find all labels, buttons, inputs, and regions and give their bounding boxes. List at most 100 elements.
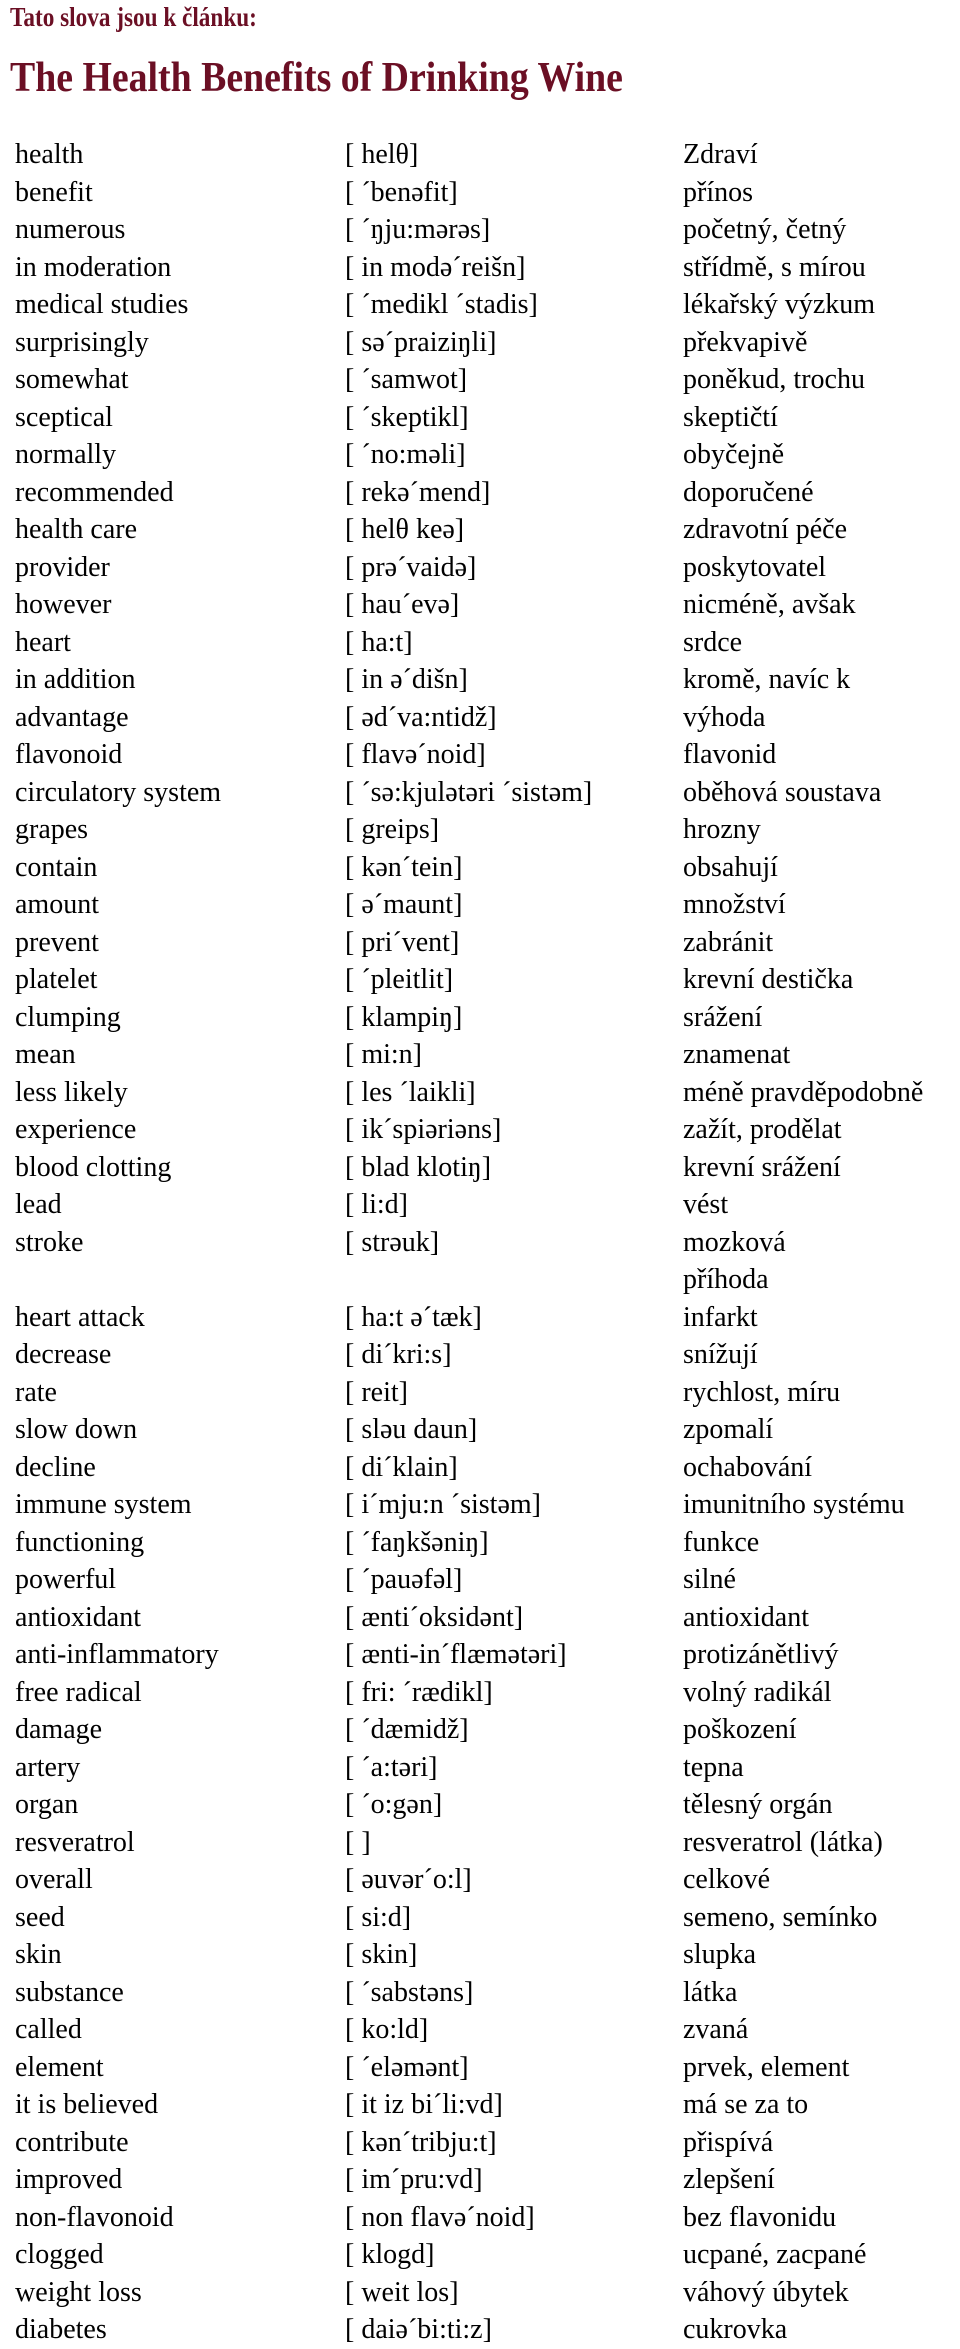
czech-translation: tepna: [683, 1751, 744, 1783]
english-word: called: [15, 2014, 82, 2045]
english-word: antioxidant: [15, 1601, 141, 1633]
english-word: heart attack: [15, 1301, 145, 1333]
pronunciation: [ ´sabstəns]: [345, 1976, 474, 2008]
english-word: weight loss: [15, 2276, 142, 2308]
english-word: however: [15, 589, 112, 620]
vocabulary-row: less likely [ les ´laikli] méně pravděpodo…: [0, 1074, 960, 1112]
english-word: element: [15, 2051, 104, 2083]
pronunciation: [ non flavə´noid]: [345, 2201, 535, 2233]
pronunciation: [ in ə´dišn]: [345, 664, 468, 695]
pronunciation: [ əd´va:ntidž]: [345, 701, 497, 733]
czech-translation: hrozny: [683, 814, 761, 845]
pronunciation: [ ´medikl ´stadis]: [345, 289, 538, 320]
pronunciation: [ weit los]: [345, 2276, 459, 2308]
pronunciation: [ ´pleitlit]: [345, 964, 454, 995]
vocabulary-row: slow down [ sləu daun] zpomalí: [0, 1411, 960, 1449]
czech-translation: resveratrol (látka): [683, 1826, 883, 1858]
vocabulary-row: however [ hau´evə] nicméně, avšak: [0, 586, 960, 624]
vocabulary-row: skin [ skin] slupka: [0, 1936, 960, 1974]
czech-translation: Zdraví: [683, 139, 758, 170]
czech-translation: zpomalí: [683, 1414, 774, 1445]
english-word: flavonoid: [15, 739, 123, 770]
english-word: damage: [15, 1714, 103, 1745]
pronunciation: [ ə´maunt]: [345, 889, 463, 920]
english-word: circulatory system: [15, 776, 222, 808]
czech-translation: infarkt: [683, 1301, 758, 1333]
vocabulary-row: advantage [ əd´va:ntidž] výhoda: [0, 699, 960, 737]
vocabulary-row: contribute [ kən´tribju:t] přispívá: [0, 2124, 960, 2162]
english-word: diabetes: [15, 2314, 107, 2345]
vocabulary-row: weight loss [ weit los] váhový úbytek: [0, 2274, 960, 2312]
czech-translation: zvaná: [683, 2014, 749, 2045]
pronunciation: [ ´eləmənt]: [345, 2051, 469, 2083]
czech-translation: zabránit: [683, 926, 774, 958]
english-word: platelet: [15, 964, 98, 995]
czech-translation: nicméně, avšak: [683, 589, 856, 620]
pronunciation: [ ´skeptikl]: [345, 401, 469, 433]
english-word: in addition: [15, 664, 136, 695]
vocabulary-row: non-flavonoid [ non flavə´noid] bez flavon…: [0, 2199, 960, 2237]
pronunciation: [ helθ]: [345, 139, 419, 170]
pronunciation: [ kən´tein]: [345, 851, 463, 883]
vocabulary-row: anti-inflammatory [ ænti-in´flæmətəri] pro…: [0, 1636, 960, 1674]
czech-translation: srážení: [683, 1001, 763, 1033]
vocabulary-row: improved [ im´pru:vd] zlepšení: [0, 2161, 960, 2199]
pronunciation: [ blad klotiŋ]: [345, 1151, 492, 1183]
pronunciation: [ ]: [345, 1826, 371, 1858]
english-word: resveratrol: [15, 1826, 135, 1858]
czech-translation: přínos: [683, 176, 753, 208]
czech-translation: tělesný orgán: [683, 1789, 833, 1820]
english-word: decline: [15, 1451, 96, 1483]
pronunciation: [ strəuk]: [345, 1226, 440, 1258]
english-word: numerous: [15, 214, 126, 245]
czech-translation: slupka: [683, 1939, 757, 1970]
czech-translation: ochabování: [683, 1451, 813, 1483]
czech-translation: zažít, prodělat: [683, 1114, 842, 1145]
pronunciation: [ fri: ´rædikl]: [345, 1676, 493, 1708]
vocabulary-row: decrease [ di´kri:s] snížují: [0, 1336, 960, 1374]
vocabulary-row: it is believed [ it iz bi´li:vd] má se za …: [0, 2086, 960, 2124]
czech-translation: protizánětlivý: [683, 1639, 839, 1670]
czech-translation: obsahují: [683, 851, 778, 883]
vocabulary-row: lead [ li:d] vést: [0, 1186, 960, 1224]
english-word: non-flavonoid: [15, 2201, 174, 2233]
english-word: clumping: [15, 1001, 121, 1033]
english-word: medical studies: [15, 289, 189, 320]
english-word: grapes: [15, 814, 89, 845]
english-word: provider: [15, 551, 110, 583]
english-word: less likely: [15, 1076, 128, 1108]
czech-translation: poškození: [683, 1714, 797, 1745]
vocabulary-row: artery [ ´a:təri] tepna: [0, 1749, 960, 1787]
vocabulary-row: amount [ ə´maunt] množství: [0, 886, 960, 924]
english-word: lead: [15, 1189, 62, 1220]
vocabulary-row: overall [ əuvər´o:l] celkové: [0, 1861, 960, 1899]
czech-translation: přispívá: [683, 2126, 774, 2158]
vocabulary-row: platelet [ ´pleitlit] krevní destička: [0, 961, 960, 999]
pronunciation: [ ´o:gən]: [345, 1789, 443, 1820]
pronunciation: [ daiə´bi:ti:z]: [345, 2314, 492, 2345]
pronunciation: [ ´a:təri]: [345, 1751, 438, 1783]
czech-translation: ucpané, zacpané: [683, 2239, 867, 2270]
pronunciation: [ im´pru:vd]: [345, 2164, 483, 2195]
vocabulary-row: in moderation [ in modə´reišn] střídmě, s …: [0, 249, 960, 287]
english-word: it is believed: [15, 2089, 159, 2120]
english-word: powerful: [15, 1564, 117, 1595]
vocabulary-row: sceptical [ ´skeptikl] skeptičtí: [0, 399, 960, 437]
vocabulary-row: in addition [ in ə´dišn] kromě, navíc k: [0, 661, 960, 699]
english-word: seed: [15, 1901, 65, 1933]
czech-translation: střídmě, s mírou: [683, 251, 866, 283]
vocabulary-row: contain [ kən´tein] obsahují: [0, 849, 960, 887]
czech-translation: skeptičtí: [683, 401, 778, 433]
vocabulary-row: prevent [ pri´vent] zabránit: [0, 924, 960, 962]
english-word: advantage: [15, 701, 129, 733]
czech-translation: má se za to: [683, 2089, 809, 2120]
english-word: slow down: [15, 1414, 138, 1445]
czech-translation: poněkud, trochu: [683, 364, 865, 395]
pronunciation: [ les ´laikli]: [345, 1076, 476, 1108]
pronunciation: [ ´benəfit]: [345, 176, 458, 208]
pronunciation: [ ik´spiəriəns]: [345, 1114, 502, 1145]
vocabulary-row: circulatory system [ ´sə:kjulətəri ´sistə…: [0, 774, 960, 812]
english-word: normally: [15, 439, 117, 470]
pronunciation: [ it iz bi´li:vd]: [345, 2089, 503, 2120]
pronunciation: [ hau´evə]: [345, 589, 460, 620]
